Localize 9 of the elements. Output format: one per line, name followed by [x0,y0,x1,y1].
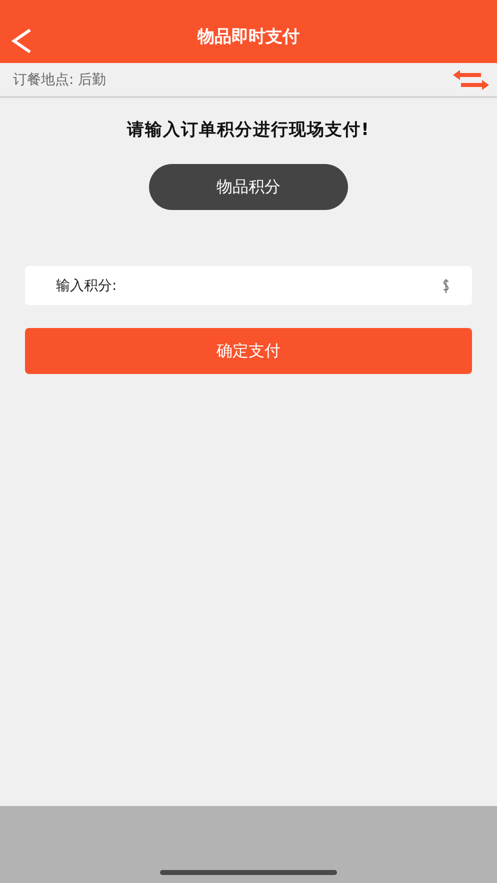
swap-button[interactable] [453,70,489,90]
back-button[interactable] [10,28,34,54]
points-input-field[interactable]: 输入积分: [25,266,472,305]
page-title: 物品即时支付 [198,26,300,48]
location-label: 订餐地点: 后勤 [13,70,106,88]
payment-prompt: 请输入订单积分进行现场支付! [127,119,370,141]
points-mode-button[interactable]: 物品积分 [149,164,348,210]
field-label: 输入积分: [56,276,117,294]
currency-icon [442,278,450,292]
